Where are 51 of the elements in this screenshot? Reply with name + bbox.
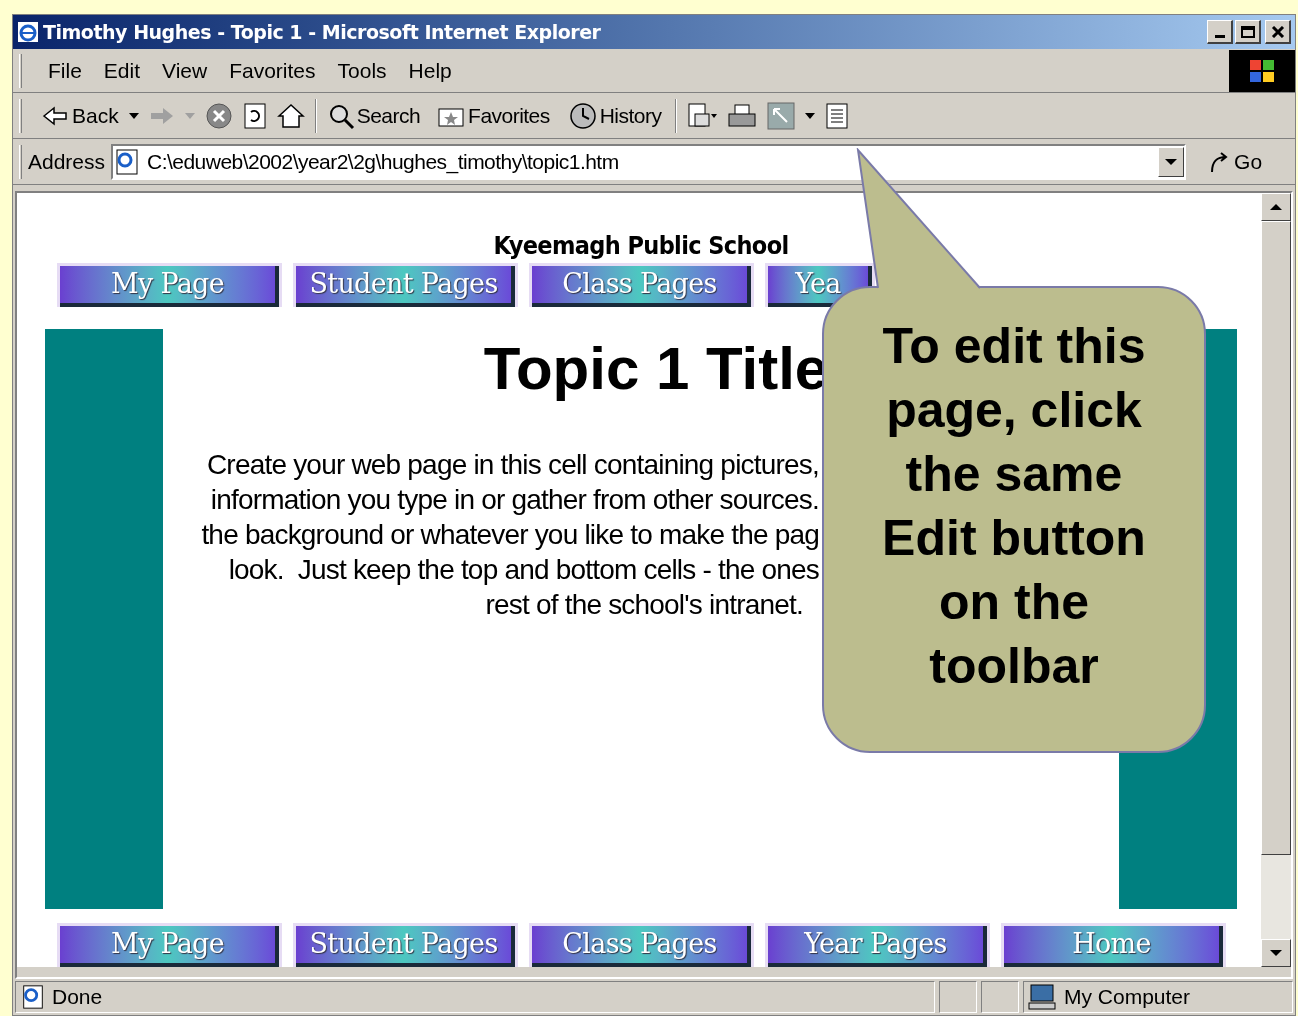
down-arrow-icon <box>1270 949 1282 957</box>
callout-text: To edit this page, click the same Edit button on the toolbar <box>881 317 1147 696</box>
body-text-line: the background or whatever you like to make the pag <box>201 518 819 552</box>
menu-item[interactable]: File <box>38 54 92 87</box>
caret-icon[interactable] <box>805 111 816 120</box>
home-icon[interactable] <box>276 102 305 129</box>
menu-item[interactable]: Help <box>398 54 462 87</box>
maximize-button[interactable] <box>1235 20 1261 44</box>
body-text-line: rest of the school's intranet. <box>485 588 803 622</box>
refresh-icon[interactable] <box>242 101 267 130</box>
caret-icon[interactable] <box>128 111 139 120</box>
caret-icon <box>1165 157 1178 166</box>
computer-icon <box>1028 983 1058 1011</box>
stop-icon[interactable] <box>204 101 233 130</box>
body-text-line: Create your web page in this cell containing pictures, <box>206 448 819 482</box>
close-button[interactable] <box>1265 20 1291 44</box>
window-title: Timothy Hughes - Topic 1 - Microsoft Internet Explorer <box>43 19 601 45</box>
scroll-thumb[interactable] <box>1261 221 1291 855</box>
status-text: Done <box>52 984 103 1011</box>
up-arrow-icon <box>1270 203 1282 211</box>
minimize-button[interactable] <box>1207 20 1233 44</box>
scroll-up-button[interactable] <box>1261 193 1291 221</box>
body-text-line: look. Just keep the top and bottom cells - the ones <box>228 553 819 587</box>
scroll-down-button[interactable] <box>1261 939 1291 967</box>
page-heading: Topic 1 Title <box>483 334 829 404</box>
edit-icon[interactable] <box>767 101 796 130</box>
browser-logo-icon <box>17 21 39 43</box>
menu-item[interactable]: Tools <box>327 54 397 87</box>
status-pane <box>939 981 977 1013</box>
menu-item[interactable]: Favorites <box>219 54 326 87</box>
status-pane <box>981 981 1019 1013</box>
security-zone: My Computer <box>1064 984 1191 1011</box>
address-label: Address <box>28 148 106 175</box>
page-icon <box>20 984 46 1010</box>
print-icon[interactable] <box>727 102 758 129</box>
address-field[interactable]: C:\eduweb\2002\year2\2g\hughes_timothy\topic1.htm <box>111 143 1187 180</box>
body-text-line: information you type in or gather from other sources. <box>210 483 819 517</box>
search-button[interactable]: Search <box>326 99 421 132</box>
menu-item[interactable]: Edit <box>93 54 151 87</box>
menu-item[interactable]: View <box>152 54 218 87</box>
clock-icon <box>567 101 598 130</box>
favorites-button[interactable]: Favorites <box>438 99 550 132</box>
back-button[interactable]: Back <box>42 99 119 132</box>
go-button[interactable]: Go <box>1208 145 1263 178</box>
vertical-scrollbar[interactable] <box>1261 193 1291 967</box>
back-arrow-icon <box>42 105 68 126</box>
windows-flag-icon <box>1247 57 1277 84</box>
history-button[interactable]: History <box>567 99 662 132</box>
school-name: Kyeemagh Public School <box>493 233 789 259</box>
dropdown-button[interactable] <box>1158 146 1185 177</box>
close-icon <box>1270 25 1285 38</box>
